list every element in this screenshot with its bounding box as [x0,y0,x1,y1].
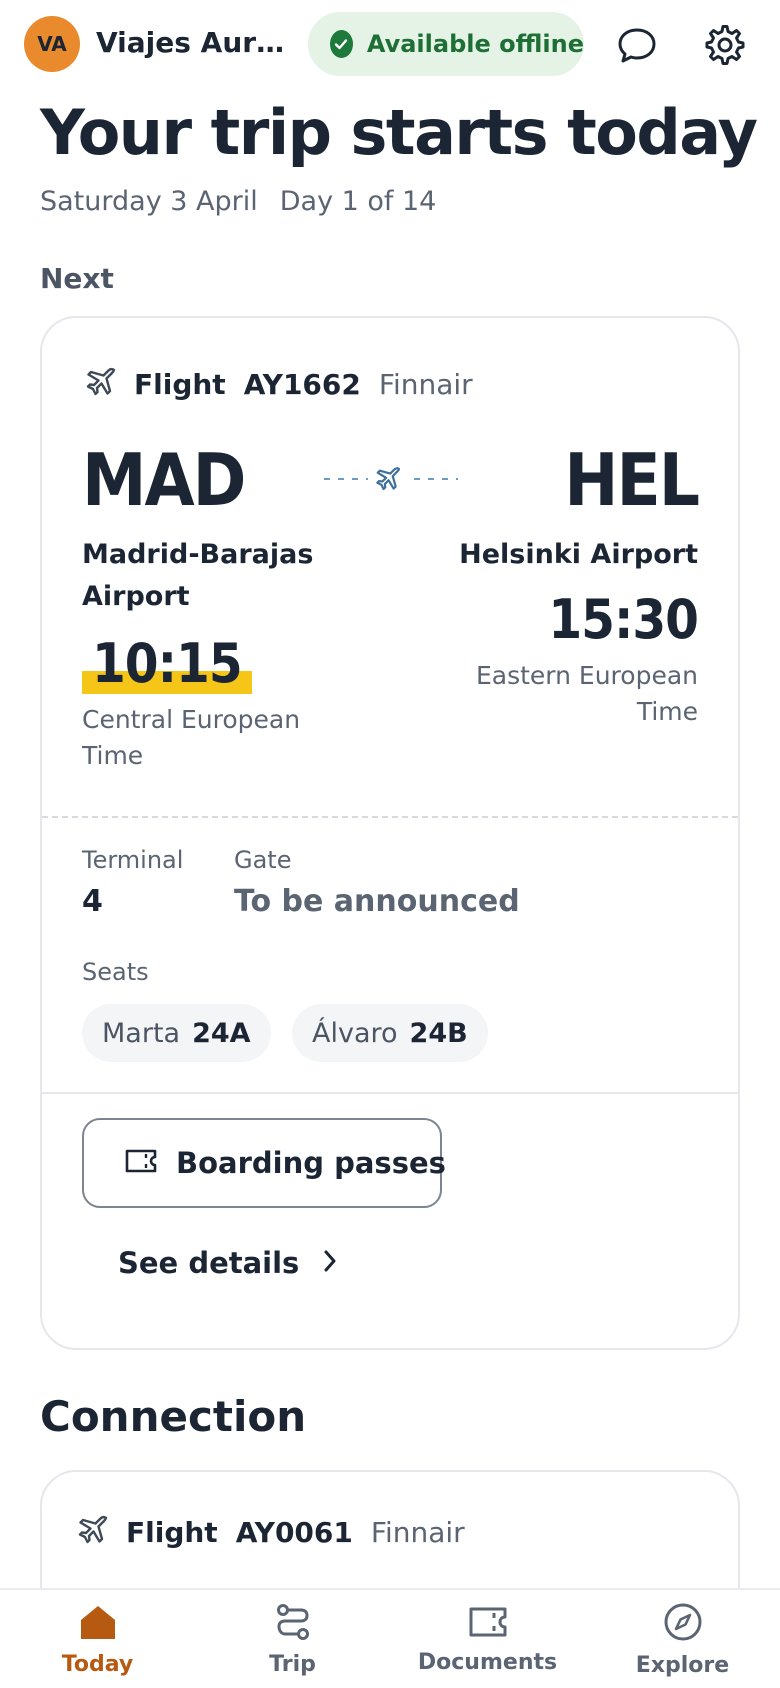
see-details-label: See details [118,1246,300,1280]
airline-name: Finnair [378,367,473,401]
trip-day-progress: Day 1 of 14 [279,186,437,217]
terminal-value: 4 [82,884,103,919]
terminal-label: Terminal [82,846,184,874]
gate-label: Gate [234,846,292,874]
top-bar: VA Viajes Auro... Available offline [0,0,780,90]
flight-header: Flight AY1662 Finnair [84,364,473,404]
passenger-name: Marta [102,1017,181,1049]
see-details-link[interactable]: See details [118,1240,339,1286]
bottom-navigation: Today Trip Documents Explore [0,1588,780,1688]
connection-section-label: Connection [40,1392,307,1441]
trip-date-line: Saturday 3 April Day 1 of 14 [40,186,436,217]
next-section-label: Next [40,262,114,295]
flight-number: AY0061 [235,1515,353,1549]
destination-airport: Helsinki Airport [459,539,698,570]
ticket-icon [124,1147,158,1179]
card-divider [42,1092,738,1094]
flight-number: AY1662 [243,367,361,401]
flight-type-label: Flight [126,1515,218,1549]
agency-name[interactable]: Viajes Auro... [96,26,286,59]
chevron-right-icon [321,1248,339,1278]
origin-airport: Madrid-Barajas Airport [82,539,314,612]
home-icon [77,1602,119,1646]
origin-timezone: Central European Time [82,705,301,770]
plane-icon [84,364,120,404]
seat-pill: Marta 24A [82,1004,271,1062]
arrival-time: 15:30 [548,588,699,651]
destination-timezone: Eastern European Time [475,661,698,726]
boarding-passes-label: Boarding passes [176,1146,446,1180]
nav-explore[interactable]: Explore [585,1590,780,1688]
page-title: Your trip starts today [40,96,758,169]
passenger-name: Álvaro [312,1017,398,1049]
nav-today[interactable]: Today [0,1590,195,1688]
nav-label: Trip [269,1651,316,1677]
gate-value: To be announced [234,884,520,919]
chat-icon[interactable] [612,20,662,70]
offline-status-badge: Available offline [308,12,584,76]
destination-code: HEL [564,438,700,522]
seat-number: 24B [409,1017,468,1049]
seat-number: 24A [192,1017,251,1049]
route-indicator [324,466,458,492]
offline-status-label: Available offline [366,30,584,58]
nav-label: Explore [635,1652,730,1678]
agency-avatar[interactable]: VA [24,16,80,72]
seat-pill: Álvaro 24B [292,1004,488,1062]
departure-time: 10:15 [82,634,252,694]
route-icon [273,1602,313,1646]
card-divider [42,816,738,818]
next-flight-card[interactable]: Flight AY1662 Finnair MAD HEL Madrid-Bar… [40,316,740,1350]
boarding-passes-button[interactable]: Boarding passes [82,1118,446,1208]
plane-icon [76,1512,112,1552]
settings-icon[interactable] [700,20,750,70]
nav-documents[interactable]: Documents [390,1590,585,1688]
route-plane-icon [374,464,404,498]
flight-type-label: Flight [134,367,226,401]
nav-label: Documents [417,1649,558,1675]
nav-label: Today [61,1651,134,1677]
check-circle-icon [330,30,353,58]
trip-date: Saturday 3 April [40,186,258,217]
origin-code: MAD [82,438,246,522]
compass-icon [662,1601,704,1647]
seats-label: Seats [82,958,149,986]
nav-trip[interactable]: Trip [195,1590,390,1688]
ticket-icon [467,1604,509,1644]
flight-header: Flight AY0061 Finnair [76,1512,465,1552]
airline-name: Finnair [370,1515,465,1549]
